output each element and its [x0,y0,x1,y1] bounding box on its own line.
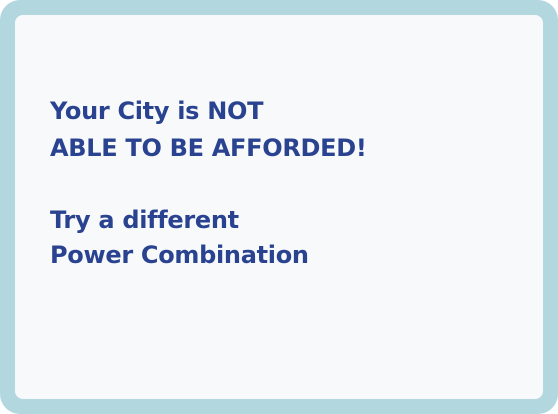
message-line-1: Your City is NOT [50,97,264,125]
message-line-4: Power Combination [50,241,309,269]
message-line-2: ABLE TO BE AFFORDED! [50,134,367,162]
message-line-3: Try a different [50,206,239,234]
